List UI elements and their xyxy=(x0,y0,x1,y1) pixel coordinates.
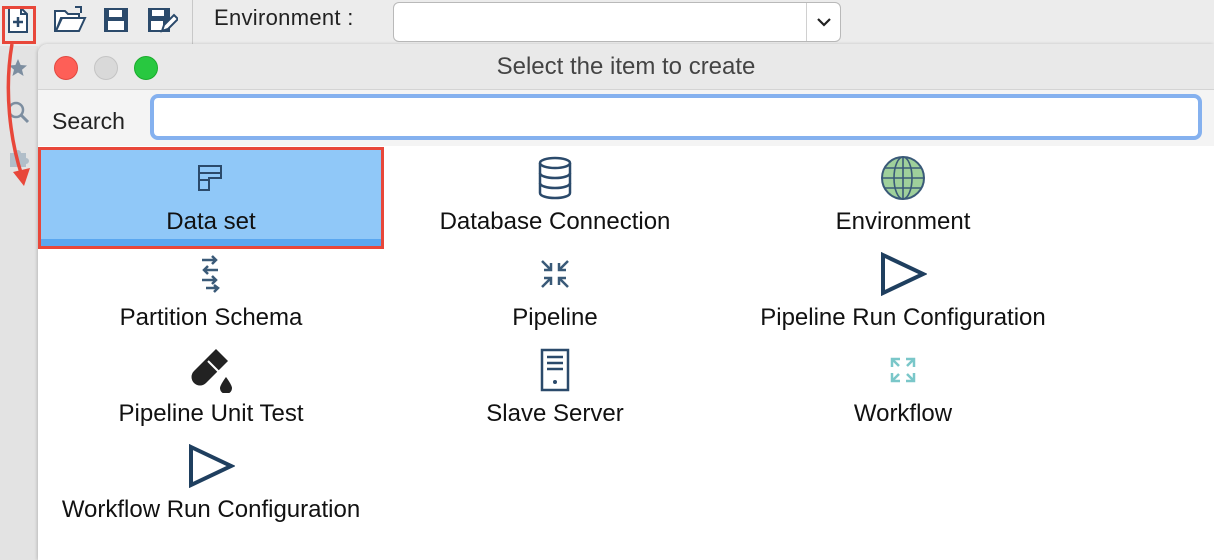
search-label: Search xyxy=(52,108,125,134)
save-button[interactable] xyxy=(98,4,134,40)
search-icon[interactable] xyxy=(4,98,32,126)
item-database-connection[interactable]: Database Connection xyxy=(385,150,725,246)
item-workflow-run-configuration[interactable]: Workflow Run Configuration xyxy=(41,438,381,534)
play-triangle-icon xyxy=(41,442,381,490)
item-pipeline-run-configuration[interactable]: Pipeline Run Configuration xyxy=(733,246,1073,342)
dataset-icon xyxy=(41,154,381,202)
item-data-set[interactable]: Data set xyxy=(38,147,384,249)
item-pipeline-unit-test[interactable]: Pipeline Unit Test xyxy=(41,342,381,438)
play-triangle-icon xyxy=(733,250,1073,298)
item-label: Environment xyxy=(835,208,971,235)
item-pipeline[interactable]: Pipeline xyxy=(385,246,725,342)
select-item-dialog: Select the item to create Search Data se… xyxy=(38,44,1214,560)
partition-icon xyxy=(41,250,381,298)
open-folder-icon xyxy=(53,5,87,40)
item-label: Pipeline Run Configuration xyxy=(760,304,1046,331)
item-label: Pipeline xyxy=(512,304,598,331)
dialog-title: Select the item to create xyxy=(496,53,756,80)
environment-select[interactable] xyxy=(393,2,841,42)
highlight-box xyxy=(2,6,36,44)
puzzle-icon[interactable] xyxy=(4,144,32,172)
server-icon xyxy=(385,346,725,394)
left-sidebar xyxy=(0,46,38,560)
save-icon xyxy=(102,6,130,39)
database-icon xyxy=(385,154,725,202)
new-file-button[interactable] xyxy=(0,4,36,44)
globe-icon xyxy=(733,154,1073,202)
chevron-down-icon[interactable] xyxy=(806,3,840,41)
item-label: Database Connection xyxy=(439,208,671,235)
main-toolbar: Environment : xyxy=(0,0,1214,46)
item-label: Workflow Run Configuration xyxy=(61,496,361,523)
workflow-icon xyxy=(733,346,1073,394)
star-icon[interactable] xyxy=(4,54,32,82)
save-as-button[interactable] xyxy=(144,4,180,40)
selection-bar xyxy=(41,239,381,246)
item-label: Slave Server xyxy=(486,400,624,427)
search-input[interactable] xyxy=(150,94,1202,140)
item-slave-server[interactable]: Slave Server xyxy=(385,342,725,438)
pipeline-icon xyxy=(385,250,725,298)
test-tube-icon xyxy=(41,346,381,394)
open-button[interactable] xyxy=(52,4,88,40)
save-as-icon xyxy=(146,5,180,40)
toolbar-separator xyxy=(192,0,193,44)
item-environment[interactable]: Environment xyxy=(733,150,1073,246)
environment-label: Environment : xyxy=(214,5,354,30)
item-label: Workflow xyxy=(853,400,953,427)
search-row: Search xyxy=(38,90,1214,146)
dialog-titlebar[interactable]: Select the item to create xyxy=(38,44,1214,90)
item-partition-schema[interactable]: Partition Schema xyxy=(41,246,381,342)
item-workflow[interactable]: Workflow xyxy=(733,342,1073,438)
